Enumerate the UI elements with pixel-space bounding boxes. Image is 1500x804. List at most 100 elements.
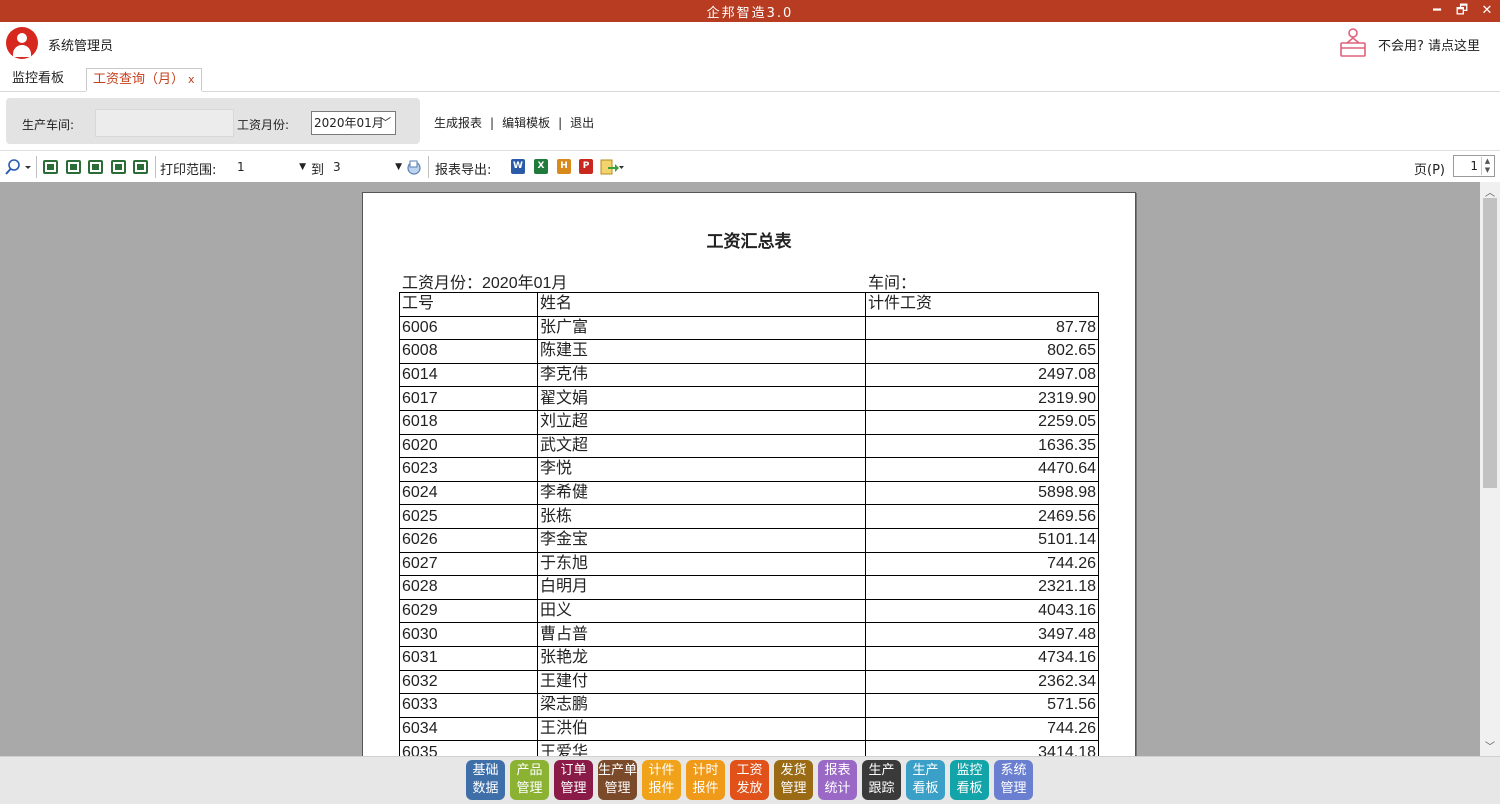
range-to-label: 到 xyxy=(311,163,325,178)
table-row: 6018 刘立超 2259.05 xyxy=(399,409,1099,435)
table-row: 6034 王洪伯 744.26 xyxy=(399,716,1099,742)
magnifier-icon[interactable] xyxy=(4,158,32,176)
employee-name-cell: 武文超 xyxy=(537,433,866,459)
piece-wage-cell: 2362.34 xyxy=(865,669,1099,695)
export-more-icon[interactable] xyxy=(600,159,624,175)
piece-wage-cell: 87.78 xyxy=(865,315,1099,341)
table-row: 6035 王爱华 3414.18 xyxy=(399,740,1099,756)
workshop-field[interactable] xyxy=(95,109,234,137)
table-row: 6006 张广富 87.78 xyxy=(399,315,1099,341)
restore-button[interactable]: 🗗 xyxy=(1451,1,1473,21)
employee-name-cell: 李悦 xyxy=(537,457,866,482)
table-row: 6028 白明月 2321.18 xyxy=(399,575,1099,600)
employee-id-cell: 6008 xyxy=(399,339,538,364)
employee-name-cell: 王建付 xyxy=(537,669,866,695)
help-person-icon[interactable] xyxy=(1338,27,1368,59)
dock-button[interactable]: 工资 发放 xyxy=(730,760,769,800)
scroll-up-icon[interactable]: ︿ xyxy=(1480,184,1500,199)
single-page-icon[interactable] xyxy=(43,160,58,174)
scroll-down-icon[interactable]: ﹀ xyxy=(1480,738,1500,753)
dock-button[interactable]: 系统 管理 xyxy=(994,760,1033,800)
dock-button-label: 发放 xyxy=(736,781,763,796)
vertical-scrollbar[interactable]: ︿ ﹀ xyxy=(1480,182,1500,756)
employee-name-cell: 张广富 xyxy=(537,315,866,341)
tab-monitor-board[interactable]: 监控看板 xyxy=(6,68,70,92)
close-button[interactable]: ✕ xyxy=(1476,1,1498,21)
dock-button-label: 工资 xyxy=(736,763,763,778)
generate-report-link[interactable]: 生成报表 xyxy=(434,116,482,130)
dock-button[interactable]: 订单 管理 xyxy=(554,760,593,800)
minimize-button[interactable]: ━ xyxy=(1426,1,1448,21)
dock-button-label: 产品 xyxy=(516,763,543,778)
employee-name-cell: 刘立超 xyxy=(537,409,866,435)
dock-button[interactable]: 生产 看板 xyxy=(906,760,945,800)
pdf-export-icon[interactable]: P xyxy=(579,159,593,174)
employee-name-cell: 田义 xyxy=(537,598,866,624)
dropdown-arrow-icon: ▼ xyxy=(299,162,306,172)
action-links: 生成报表 | 编辑模板 | 退出 xyxy=(434,114,594,131)
spin-arrows-icon[interactable]: ▲ ▼ xyxy=(1481,157,1493,175)
page-stepper[interactable]: 1 ▲ ▼ xyxy=(1453,155,1495,177)
word-export-icon[interactable]: W xyxy=(511,159,525,174)
dock-button-label: 订单 xyxy=(560,763,587,778)
tab-close-icon[interactable]: x xyxy=(188,73,195,86)
four-page-icon[interactable] xyxy=(111,160,126,174)
range-from-value: 1 xyxy=(237,160,245,174)
dock-button-label: 发货 xyxy=(780,763,807,778)
table-row: 6014 李克伟 2497.08 xyxy=(399,362,1099,388)
employee-name-cell: 张栋 xyxy=(537,504,866,529)
tab-bar: 监控看板 工资查询（月） x xyxy=(0,64,1500,92)
html-export-icon[interactable]: H xyxy=(557,159,571,174)
page-label: 页(P) xyxy=(1414,163,1445,178)
print-range-label: 打印范围: xyxy=(160,163,217,178)
dock-button-label: 数据 xyxy=(472,781,499,796)
dock-button[interactable]: 产品 管理 xyxy=(510,760,549,800)
employee-id-cell: 6030 xyxy=(399,622,538,647)
dock-button[interactable]: 生产 跟踪 xyxy=(862,760,901,800)
print-icon[interactable] xyxy=(405,158,423,176)
dock-button-label: 管理 xyxy=(560,781,587,796)
dock-button[interactable]: 基础 数据 xyxy=(466,760,505,800)
dock-button-label: 看板 xyxy=(956,781,983,796)
employee-id-cell: 6032 xyxy=(399,669,538,695)
dock-button-label: 系统 xyxy=(1000,763,1027,778)
exit-link[interactable]: 退出 xyxy=(570,116,594,130)
dock-button[interactable]: 报表 统计 xyxy=(818,760,857,800)
dock-button[interactable]: 生产单 管理 xyxy=(598,760,637,800)
month-label: 工资月份: xyxy=(237,118,290,132)
wide-page-icon[interactable] xyxy=(88,160,103,174)
table-row: 6029 田义 4043.16 xyxy=(399,598,1099,624)
scroll-thumb[interactable] xyxy=(1483,198,1497,488)
dock-button-label: 生产 xyxy=(912,763,939,778)
two-page-icon[interactable] xyxy=(66,160,81,174)
dock-button[interactable]: 发货 管理 xyxy=(774,760,813,800)
help-link[interactable]: 不会用? 请点这里 xyxy=(1378,35,1480,54)
employee-id-cell: 6027 xyxy=(399,551,538,577)
dock-button-label: 管理 xyxy=(1000,781,1027,796)
dock-button[interactable]: 监控 看板 xyxy=(950,760,989,800)
employee-name-cell: 李希健 xyxy=(537,480,866,506)
table-row: 6025 张栋 2469.56 xyxy=(399,504,1099,529)
employee-name-cell: 梁志鹏 xyxy=(537,693,866,718)
dock-button-label: 监控 xyxy=(956,763,983,778)
employee-id-cell: 6017 xyxy=(399,386,538,411)
piece-wage-cell: 802.65 xyxy=(865,339,1099,364)
employee-id-cell: 6006 xyxy=(399,315,538,341)
month-select[interactable]: 2020年01月 ﹀ xyxy=(311,111,396,135)
dock-button-label: 跟踪 xyxy=(868,781,895,796)
dock-button[interactable]: 计件 报件 xyxy=(642,760,681,800)
six-page-icon[interactable] xyxy=(133,160,148,174)
excel-export-icon[interactable]: X xyxy=(534,159,548,174)
range-to-input[interactable]: 3 ▼ xyxy=(333,157,402,177)
piece-wage-cell: 2497.08 xyxy=(865,362,1099,388)
range-from-input[interactable]: 1 ▼ xyxy=(237,157,306,177)
employee-id-cell: 6024 xyxy=(399,480,538,506)
dock-button[interactable]: 计时 报件 xyxy=(686,760,725,800)
dock-button-label: 计件 xyxy=(648,763,675,778)
table-row: 6026 李金宝 5101.14 xyxy=(399,527,1099,553)
employee-id-cell: 6029 xyxy=(399,598,538,624)
tab-salary-query[interactable]: 工资查询（月） x xyxy=(86,68,202,92)
table-row: 6008 陈建玉 802.65 xyxy=(399,339,1099,364)
report-title: 工资汇总表 xyxy=(706,232,792,252)
edit-template-link[interactable]: 编辑模板 xyxy=(502,116,550,130)
